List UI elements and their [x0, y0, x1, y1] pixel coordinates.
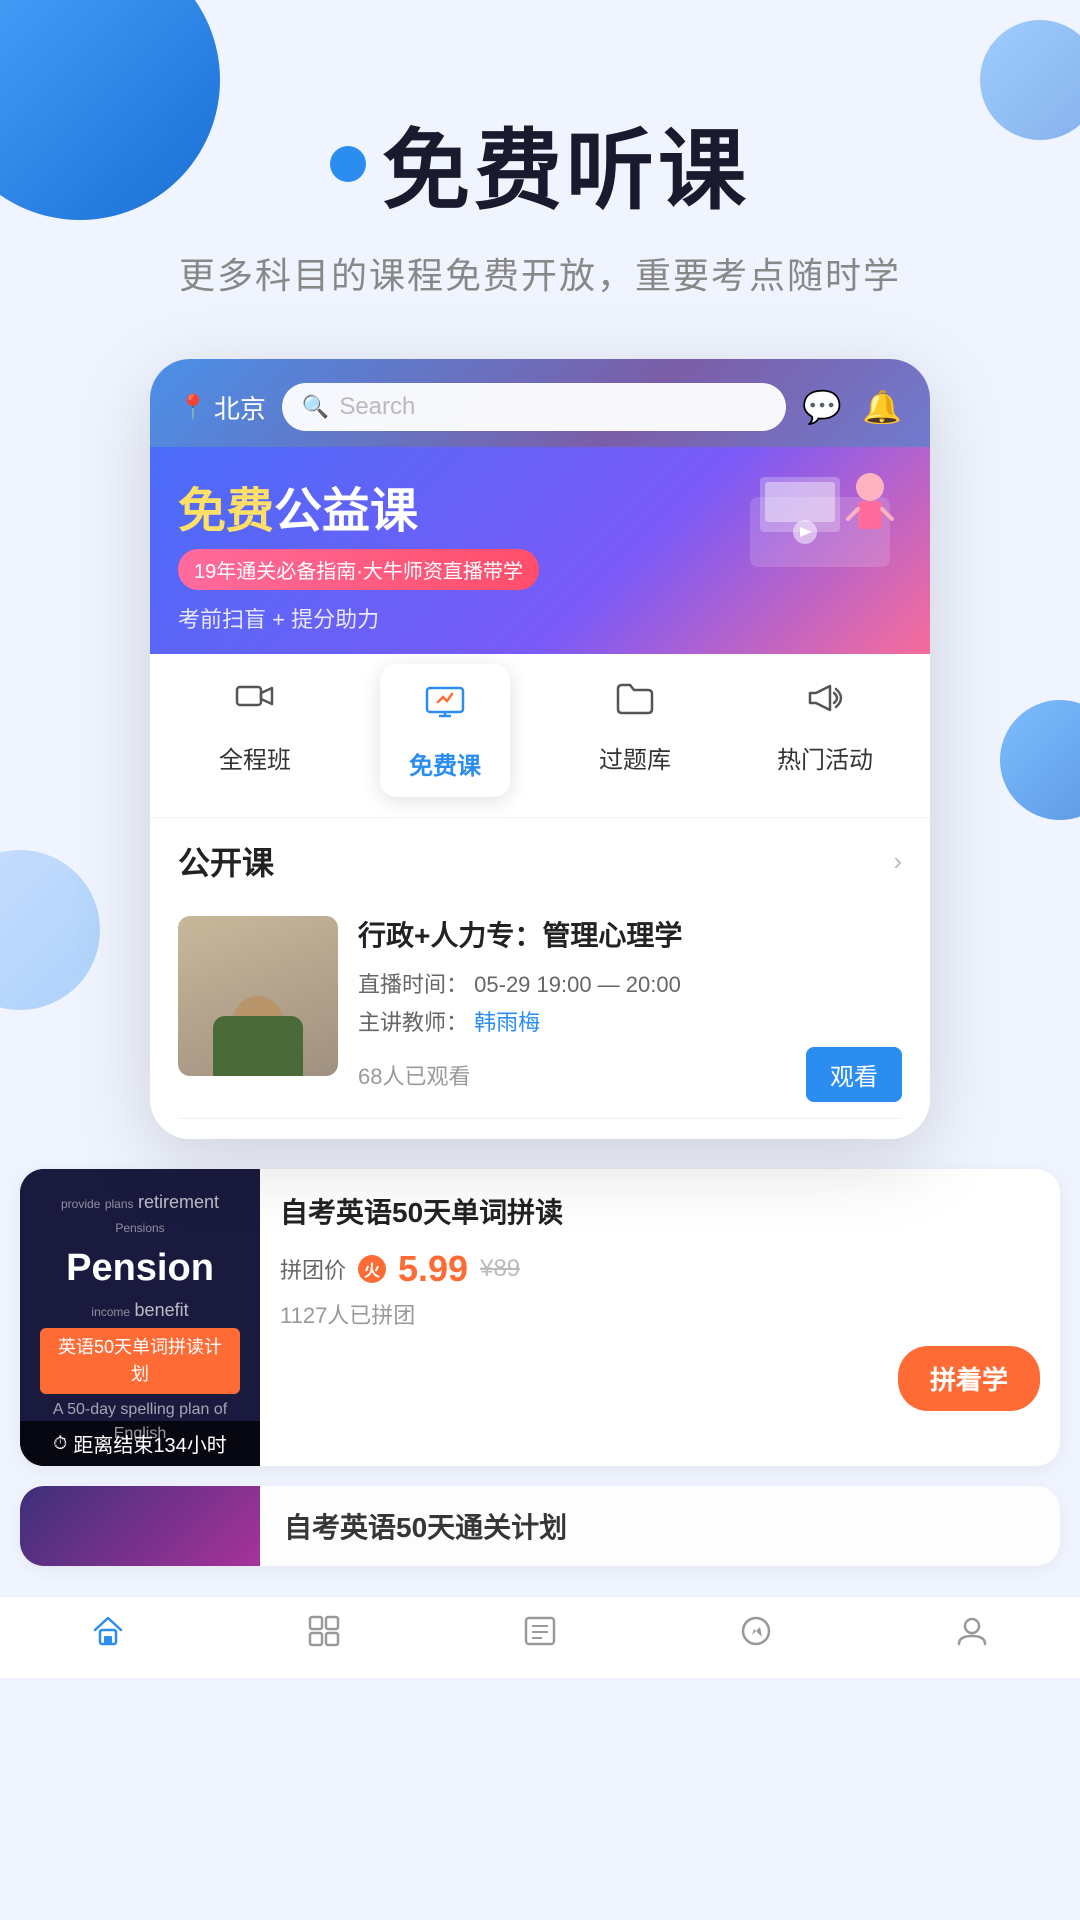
nav-item-discover[interactable] — [696, 1613, 816, 1658]
category-menu: 全程班 免费课 — [150, 654, 930, 817]
nav-item-courses[interactable] — [264, 1613, 384, 1658]
grid-icon — [306, 1613, 342, 1658]
home-icon — [90, 1613, 126, 1658]
bell-icon[interactable]: 🔔 — [862, 388, 902, 426]
product-title-0: 自考英语50天单词拼读 — [280, 1193, 1040, 1232]
category-icon-wrap-0 — [227, 674, 283, 730]
watch-button[interactable]: 观看 — [806, 1047, 902, 1102]
message-icon[interactable]: 💬 — [802, 388, 842, 426]
price-row-0: 拼团价 火 5.99 ¥89 — [280, 1248, 1040, 1290]
course-footer: 68人已观看 观看 — [358, 1047, 902, 1102]
folder-icon — [614, 677, 656, 728]
banner-badge: 19年通关必备指南·大牛师资直播带学 — [178, 549, 539, 590]
category-item-3[interactable]: 热门活动 — [760, 674, 890, 797]
course-info: 行政+人力专：管理心理学 直播时间： 05-29 19:00 — 20:00 主… — [358, 916, 902, 1102]
teacher-name: 韩雨梅 — [474, 1010, 540, 1035]
location-button[interactable]: 📍 北京 — [178, 389, 266, 426]
bottom-nav — [0, 1596, 1080, 1678]
bg-circle-right-mid — [1000, 700, 1080, 820]
category-label-3: 热门活动 — [777, 740, 873, 775]
compass-icon — [738, 1613, 774, 1658]
video-camera-icon — [234, 677, 276, 728]
hero-dot — [330, 146, 366, 182]
category-label-2: 过题库 — [599, 740, 671, 775]
course-broadcast-time: 直播时间： 05-29 19:00 — 20:00 — [358, 967, 902, 999]
search-bar[interactable]: 🔍 Search — [282, 383, 786, 431]
group-buy-button-0[interactable]: 拼着学 — [898, 1346, 1040, 1411]
word-cloud: provide plans retirement Pensions Pensio… — [40, 1189, 240, 1446]
category-label-0: 全程班 — [219, 740, 291, 775]
product-footer-0: 拼着学 — [280, 1346, 1040, 1411]
view-count: 68人已观看 — [358, 1059, 470, 1091]
product-card-1: 自考英语50天通关计划 — [20, 1486, 1060, 1566]
app-topbar: 📍 北京 🔍 Search 💬 🔔 — [150, 359, 930, 447]
banner-sub: 考前扫盲 + 提分助力 — [178, 602, 902, 634]
search-placeholder: Search — [339, 393, 415, 421]
app-banner: 免费公益课 19年通关必备指南·大牛师资直播带学 考前扫盲 + 提分助力 — [150, 447, 930, 654]
group-count-0: 1127人已拼团 — [280, 1298, 1040, 1330]
nav-item-home[interactable] — [48, 1613, 168, 1658]
hero-title: 免费听课 — [330, 100, 750, 227]
section-header: 公开课 › — [178, 838, 902, 884]
megaphone-icon — [804, 677, 846, 728]
monitor-icon — [424, 683, 466, 734]
price-current-0: 5.99 — [398, 1248, 468, 1290]
course-teacher: 主讲教师： 韩雨梅 — [358, 1005, 902, 1037]
category-item-0[interactable]: 全程班 — [190, 674, 320, 797]
course-title: 行政+人力专：管理心理学 — [358, 916, 902, 955]
price-original-0: ¥89 — [480, 1255, 520, 1283]
hero-subtitle: 更多科目的课程免费开放，重要考点随时学 — [0, 247, 1080, 299]
open-course-section: 公开课 › 行政+人力专：管理心理学 直播时间： 05-29 19:00 — 2… — [150, 817, 930, 1139]
hero-section: 免费听课 更多科目的课程免费开放，重要考点随时学 — [0, 0, 1080, 299]
product-image-0: provide plans retirement Pensions Pensio… — [20, 1169, 260, 1466]
price-label-0: 拼团价 — [280, 1253, 346, 1285]
course-card: 行政+人力专：管理心理学 直播时间： 05-29 19:00 — 20:00 主… — [178, 900, 902, 1119]
product-info-0: 自考英语50天单词拼读 拼团价 火 5.99 ¥89 1127人已拼团 拼着学 — [260, 1169, 1060, 1466]
section-more[interactable]: › — [893, 846, 902, 877]
category-icon-wrap-3 — [797, 674, 853, 730]
category-icon-wrap-2 — [607, 674, 663, 730]
teacher-photo — [178, 916, 338, 1076]
app-header: 📍 北京 🔍 Search 💬 🔔 免费公益课 19年通关必备指南·大牛师资直播… — [150, 359, 930, 654]
category-label-1: 免费课 — [409, 746, 481, 781]
nav-item-questionbank[interactable] — [480, 1613, 600, 1658]
product-card-0: provide plans retirement Pensions Pensio… — [20, 1169, 1060, 1466]
person-icon — [954, 1613, 990, 1658]
list-icon — [522, 1613, 558, 1658]
section-title: 公开课 — [178, 838, 274, 884]
search-icon: 🔍 — [302, 394, 329, 420]
category-item-2[interactable]: 过题库 — [570, 674, 700, 797]
bg-circle-left-mid — [0, 850, 100, 1010]
nav-item-profile[interactable] — [912, 1613, 1032, 1658]
category-item-1[interactable]: 免费课 — [380, 664, 510, 797]
price-icon-0: 火 — [358, 1255, 386, 1283]
category-icon-wrap-1 — [417, 680, 473, 736]
chevron-right-icon: › — [893, 846, 902, 877]
phone-mockup: 📍 北京 🔍 Search 💬 🔔 免费公益课 19年通关必备指南·大牛师资直播… — [150, 359, 930, 1139]
banner-illustration — [730, 457, 910, 577]
location-icon: 📍 — [178, 393, 208, 422]
header-icons: 💬 🔔 — [802, 388, 902, 426]
cards-section: provide plans retirement Pensions Pensio… — [0, 1139, 1080, 1596]
